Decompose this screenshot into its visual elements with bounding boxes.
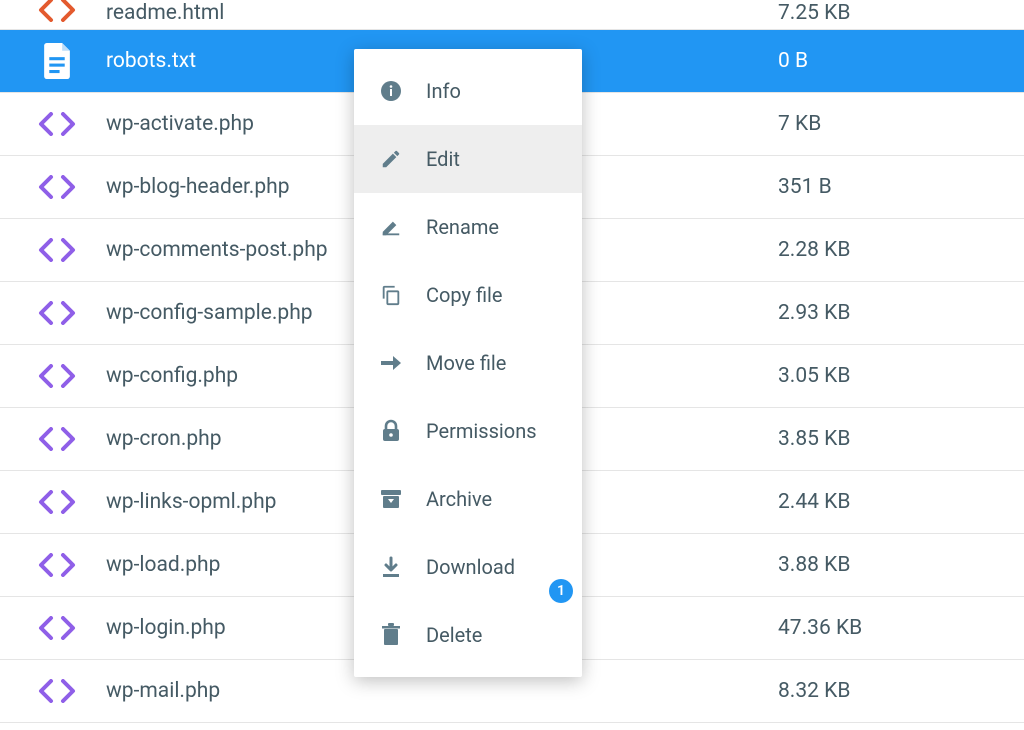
delete-icon — [378, 622, 404, 648]
menu-item-edit[interactable]: Edit — [354, 125, 582, 193]
copy-icon — [378, 282, 404, 308]
code-icon — [36, 298, 78, 328]
lock-icon — [378, 418, 404, 444]
menu-item-label: Rename — [426, 215, 499, 239]
rename-icon — [378, 214, 404, 240]
menu-item-rename[interactable]: Rename — [354, 193, 582, 261]
menu-item-label: Edit — [426, 147, 460, 171]
file-size: 2.28 KB — [774, 238, 1024, 262]
menu-item-permissions[interactable]: Permissions — [354, 397, 582, 465]
file-size: 3.05 KB — [774, 364, 1024, 388]
archive-icon — [378, 486, 404, 512]
file-size: 351 B — [774, 175, 1024, 199]
menu-item-label: Permissions — [426, 419, 537, 443]
file-size: 7 KB — [774, 112, 1024, 136]
file-size: 8.32 KB — [774, 679, 1024, 703]
menu-item-label: Copy file — [426, 283, 503, 307]
download-count-badge: 1 — [549, 579, 573, 603]
file-row[interactable]: readme.html 7.25 KB — [0, 0, 1024, 30]
code-icon — [36, 676, 78, 706]
file-size: 2.93 KB — [774, 301, 1024, 325]
code-icon — [36, 424, 78, 454]
menu-item-label: Info — [426, 79, 461, 103]
code-icon — [36, 613, 78, 643]
menu-item-label: Move file — [426, 351, 506, 375]
info-icon — [378, 78, 404, 104]
file-size: 3.85 KB — [774, 427, 1024, 451]
code-icon — [36, 172, 78, 202]
code-icon — [36, 361, 78, 391]
code-icon — [36, 487, 78, 517]
menu-item-label: Archive — [426, 487, 492, 511]
file-name: wp-mail.php — [106, 679, 774, 703]
menu-item-archive[interactable]: Archive — [354, 465, 582, 533]
code-icon — [36, 550, 78, 580]
download-icon — [378, 554, 404, 580]
file-icon — [36, 46, 78, 76]
context-menu: Info Edit Rename Copy file Move file Per… — [354, 49, 582, 677]
code-icon — [36, 235, 78, 265]
file-name: readme.html — [106, 1, 774, 25]
file-size: 0 B — [774, 49, 1024, 73]
menu-item-info[interactable]: Info — [354, 57, 582, 125]
edit-icon — [378, 146, 404, 172]
menu-item-label: Download — [426, 555, 515, 579]
code-icon — [36, 0, 78, 25]
file-size: 3.88 KB — [774, 553, 1024, 577]
menu-item-download[interactable]: Download — [354, 533, 582, 601]
file-size: 47.36 KB — [774, 616, 1024, 640]
menu-item-label: Delete — [426, 623, 482, 647]
menu-item-move[interactable]: Move file — [354, 329, 582, 397]
file-size: 7.25 KB — [774, 1, 1024, 25]
menu-item-copy[interactable]: Copy file — [354, 261, 582, 329]
code-icon — [36, 109, 78, 139]
move-icon — [378, 350, 404, 376]
file-size: 2.44 KB — [774, 490, 1024, 514]
menu-item-delete[interactable]: Delete — [354, 601, 582, 669]
